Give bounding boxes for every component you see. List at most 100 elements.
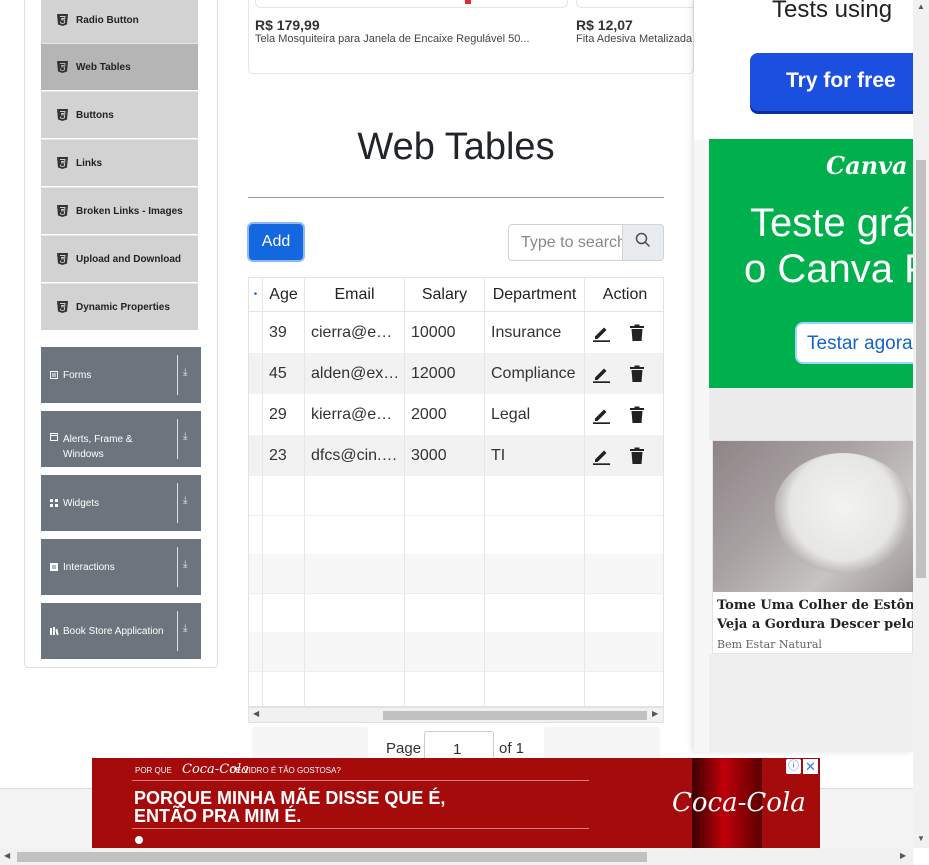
article-title-1: Tome Uma Colher de Estômag <box>717 598 913 613</box>
web-table: • Age Email Salary Department Action 39 … <box>248 277 664 707</box>
sidebar-item-broken-links[interactable]: Broken Links - Images <box>41 187 198 234</box>
scrollbar-thumb[interactable] <box>383 711 647 720</box>
column-header-action[interactable]: Action <box>585 278 663 311</box>
try-for-free-button[interactable]: Try for free <box>750 53 913 111</box>
download-icon: ⤓ <box>183 495 188 506</box>
sidebar-item-label: Web Tables <box>76 61 131 73</box>
add-button[interactable]: Add <box>249 224 303 260</box>
table-row: 29 kierra@example.com 2000 Legal <box>249 394 663 435</box>
edit-icon[interactable] <box>592 406 610 424</box>
window-icon <box>50 433 58 441</box>
article-ad[interactable]: Tome Uma Colher de Estômag Veja a Gordur… <box>712 440 913 654</box>
cell-department: Legal <box>485 394 585 435</box>
download-icon: ⤓ <box>183 559 188 570</box>
product-price: R$ 179,99 <box>255 17 320 33</box>
scroll-up-icon[interactable]: ▲ <box>917 2 925 11</box>
html5-icon <box>56 301 68 314</box>
empty-row <box>249 476 663 515</box>
html5-icon <box>56 109 68 122</box>
scroll-left-icon[interactable]: ◀ <box>253 709 259 718</box>
sidebar-group-alerts[interactable]: Alerts, Frame & Windows ⤓ <box>41 411 201 467</box>
cell-salary: 10000 <box>405 312 485 353</box>
sidebar-item-label: Upload and Download <box>76 253 181 265</box>
sidebar-group-book-store[interactable]: Book Store Application ⤓ <box>41 603 201 659</box>
table-row: 23 dfcs@cin.ufpe.br 3000 TI <box>249 435 663 476</box>
edit-icon[interactable] <box>592 447 610 465</box>
book-icon <box>50 627 59 636</box>
coca-cola-bottle: Coca-Cola <box>672 758 806 848</box>
page-total: of 1 <box>499 740 525 757</box>
group-label-line2: Windows <box>63 449 104 460</box>
edit-icon[interactable] <box>592 365 610 383</box>
list-icon <box>50 371 58 379</box>
column-header-salary[interactable]: Salary <box>405 278 485 311</box>
cell-salary: 3000 <box>405 435 485 476</box>
ad-headline-2: ENTÃO PRA MIM É. <box>134 806 302 826</box>
sidebar-item-label: Buttons <box>76 109 114 121</box>
cell-age: 23 <box>263 435 305 476</box>
product-description[interactable]: Tela Mosquiteira para Janela de Encaixe … <box>255 33 530 45</box>
column-header-email[interactable]: Email <box>305 278 405 311</box>
page-vertical-scrollbar[interactable]: ▲ ▼ <box>913 0 929 848</box>
empty-row <box>249 554 663 593</box>
sidebar-item-label: Broken Links - Images <box>76 205 183 217</box>
adchoices-icon[interactable]: ⓘ <box>786 759 801 774</box>
group-label: Forms <box>63 369 92 381</box>
empty-row <box>249 515 663 555</box>
column-header-department[interactable]: Department <box>485 278 585 311</box>
scroll-right-icon[interactable]: ▶ <box>652 709 658 718</box>
sidebar-item-buttons[interactable]: Buttons <box>41 91 198 138</box>
product-price: R$ 12,07 <box>576 17 633 33</box>
search-button[interactable] <box>622 224 664 261</box>
canva-ad[interactable]: Canva Teste grá o Canva P Testar agora <box>709 139 913 388</box>
doc-icon <box>50 563 58 571</box>
grid-icon <box>50 499 58 507</box>
product-description[interactable]: Fita Adesiva Metalizada <box>576 33 694 45</box>
coca-cola-ad[interactable]: POR QUE Coca-Cola DE VIDRO É TÃO GOSTOSA… <box>92 758 820 848</box>
sidebar-group-widgets[interactable]: Widgets ⤓ <box>41 475 201 531</box>
cell-age: 39 <box>263 312 305 353</box>
close-ad-icon[interactable]: ✕ <box>803 759 818 774</box>
table-horizontal-scrollbar[interactable]: ◀ ▶ <box>248 707 664 723</box>
delete-icon[interactable] <box>628 447 646 465</box>
page-title: Web Tables <box>357 126 555 168</box>
group-label-line1: Alerts, Frame & <box>63 434 133 445</box>
column-resize-handle[interactable]: • <box>249 278 263 311</box>
search-input[interactable]: Type to search <box>508 224 623 261</box>
product-card-image <box>255 0 568 8</box>
ad-panel: Tests using Try for free Canva Teste grá… <box>694 0 913 752</box>
pagination: Page 1 of 1 <box>248 723 664 765</box>
sidebar-item-links[interactable]: Links <box>41 139 198 186</box>
sidebar-group-forms[interactable]: Forms ⤓ <box>41 347 201 403</box>
delete-icon[interactable] <box>628 406 646 424</box>
delete-icon[interactable] <box>628 365 646 383</box>
cell-email: kierra@example.com <box>311 405 400 423</box>
scroll-right-icon[interactable]: ▶ <box>900 851 906 860</box>
delete-icon[interactable] <box>628 324 646 342</box>
divider <box>248 197 664 198</box>
scroll-down-icon[interactable]: ▼ <box>917 834 925 843</box>
sidebar-item-upload-download[interactable]: Upload and Download <box>41 235 198 282</box>
product-card-image <box>576 0 696 8</box>
testar-agora-button[interactable]: Testar agora <box>795 322 913 364</box>
sidebar-item-label: Links <box>76 157 103 169</box>
download-icon: ⤓ <box>183 623 188 634</box>
scrollbar-thumb[interactable] <box>916 160 926 578</box>
cell-age: 29 <box>263 394 305 435</box>
sidebar-item-radio-button[interactable]: Radio Button <box>41 0 198 43</box>
article-source: Bem Estar Natural <box>717 638 822 651</box>
page-horizontal-scrollbar[interactable]: ◀ ▶ <box>0 848 913 865</box>
sidebar-item-dynamic-properties[interactable]: Dynamic Properties <box>41 283 198 330</box>
canva-logo: Canva <box>826 151 908 180</box>
cell-department: Insurance <box>485 312 585 353</box>
column-header-age[interactable]: Age <box>263 278 305 311</box>
edit-icon[interactable] <box>592 324 610 342</box>
sidebar-group-interactions[interactable]: Interactions ⤓ <box>41 539 201 595</box>
sidebar-item-web-tables[interactable]: Web Tables <box>41 43 198 90</box>
article-image <box>713 441 913 592</box>
cell-salary: 12000 <box>405 353 485 394</box>
cell-email: dfcs@cin.ufpe.br <box>311 446 400 464</box>
ad-top-text-b: DE VIDRO É TÃO GOSTOSA? <box>230 766 341 775</box>
scroll-left-icon[interactable]: ◀ <box>4 851 10 860</box>
scrollbar-thumb[interactable] <box>17 852 647 862</box>
